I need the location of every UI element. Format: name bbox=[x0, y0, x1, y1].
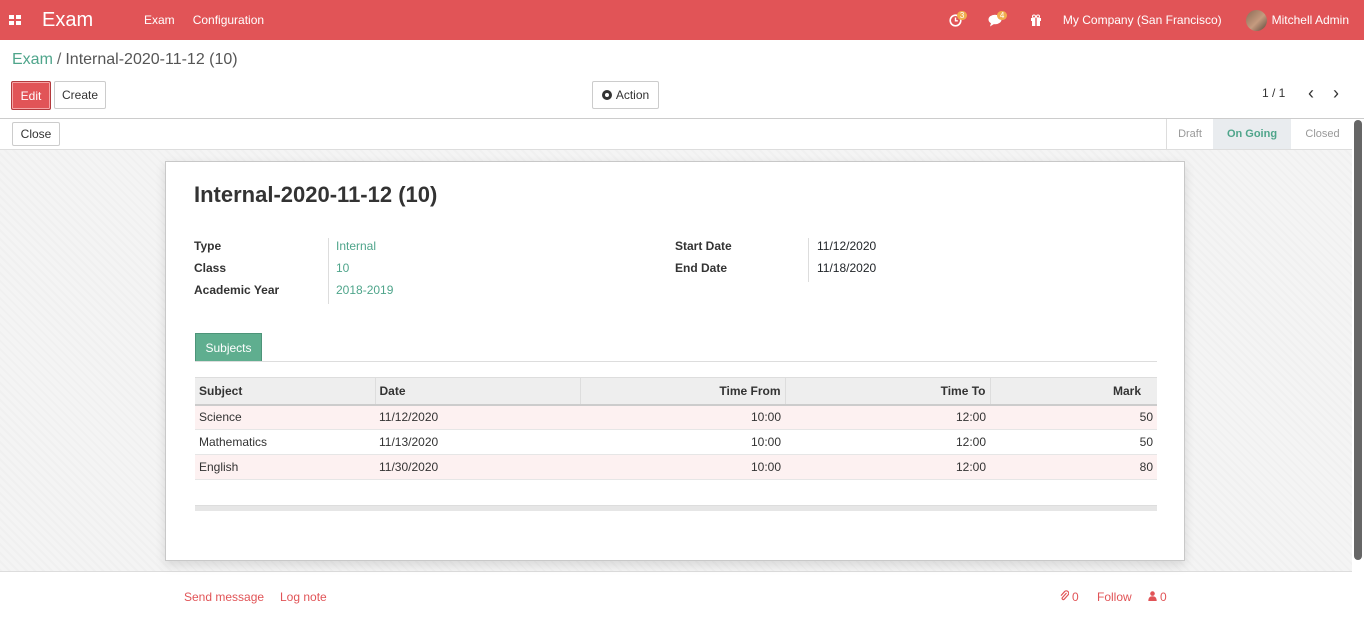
apps-menu-icon[interactable] bbox=[9, 13, 23, 27]
gear-icon bbox=[601, 90, 612, 100]
log-note-button[interactable]: Log note bbox=[280, 590, 327, 604]
breadcrumb-current: Internal-2020-11-12 (10) bbox=[65, 51, 238, 68]
field-divider bbox=[328, 238, 329, 304]
cell-subject: English bbox=[195, 454, 375, 480]
edit-button[interactable]: Edit bbox=[11, 81, 51, 110]
tab-subjects[interactable]: Subjects bbox=[195, 333, 262, 362]
cell-time-from: 10:00 bbox=[580, 404, 785, 430]
company-switcher[interactable]: My Company (San Francisco) bbox=[1063, 13, 1222, 27]
pager-previous-icon[interactable]: ‹ bbox=[1303, 84, 1319, 103]
form-sheet: Internal-2020-11-12 (10) Type Class Acad… bbox=[165, 161, 1185, 561]
menu-exam[interactable]: Exam bbox=[144, 13, 175, 27]
end-date-label: End Date bbox=[675, 261, 728, 275]
top-navbar: Exam Exam Configuration 3 4 My Company (… bbox=[0, 0, 1364, 40]
tab-divider bbox=[195, 361, 1157, 362]
activity-clock-icon[interactable]: 3 bbox=[943, 0, 969, 40]
user-menu[interactable]: Mitchell Admin bbox=[1272, 13, 1349, 27]
table-row[interactable]: Science 11/12/2020 10:00 12:00 50 bbox=[195, 404, 1157, 430]
breadcrumb-separator: / bbox=[56, 51, 62, 68]
cell-time-to: 12:00 bbox=[785, 429, 990, 455]
start-date-value: 11/12/2020 bbox=[817, 239, 877, 253]
cell-time-to: 12:00 bbox=[785, 454, 990, 480]
record-title: Internal-2020-11-12 (10) bbox=[194, 182, 438, 207]
cell-subject: Science bbox=[195, 404, 375, 430]
stage-draft[interactable]: Draft bbox=[1167, 119, 1213, 149]
cell-time-from: 10:00 bbox=[580, 429, 785, 455]
cell-time-from: 10:00 bbox=[580, 454, 785, 480]
messages-badge: 4 bbox=[996, 11, 1008, 20]
cell-time-to: 12:00 bbox=[785, 404, 990, 430]
cell-subject: Mathematics bbox=[195, 429, 375, 455]
gift-icon[interactable] bbox=[1023, 0, 1049, 40]
table-footer bbox=[195, 505, 1157, 511]
activity-badge: 3 bbox=[956, 11, 968, 20]
academic-year-value[interactable]: 2018-2019 bbox=[336, 283, 393, 297]
subjects-table: Subject Date Time From Time To Mark Scie… bbox=[195, 377, 1157, 480]
cell-mark: 50 bbox=[990, 429, 1157, 455]
table-row[interactable]: Mathematics 11/13/2020 10:00 12:00 50 bbox=[195, 429, 1157, 455]
cell-date: 11/12/2020 bbox=[375, 404, 580, 430]
menu-configuration[interactable]: Configuration bbox=[193, 13, 264, 27]
academic-year-label: Academic Year bbox=[194, 283, 280, 297]
pager-next-icon[interactable]: › bbox=[1328, 84, 1344, 103]
type-value[interactable]: Internal bbox=[336, 239, 376, 253]
cell-mark: 50 bbox=[990, 404, 1157, 430]
column-header-date[interactable]: Date bbox=[374, 377, 580, 406]
column-header-subject[interactable]: Subject bbox=[195, 377, 375, 406]
table-row[interactable]: English 11/30/2020 10:00 12:00 80 bbox=[195, 454, 1157, 480]
cell-date: 11/30/2020 bbox=[375, 454, 580, 480]
stage-statusbar: Draft On Going Closed bbox=[1166, 119, 1354, 149]
cell-mark: 80 bbox=[990, 454, 1157, 480]
column-header-time-to[interactable]: Time To bbox=[784, 377, 990, 406]
followers-button[interactable]: 0 bbox=[1148, 590, 1167, 604]
attachments-count: 0 bbox=[1072, 590, 1079, 604]
close-exam-button[interactable]: Close bbox=[12, 122, 60, 146]
breadcrumb: Exam / Internal-2020-11-12 (10) bbox=[12, 51, 238, 69]
control-panel-divider bbox=[0, 118, 1364, 119]
type-label: Type bbox=[194, 239, 222, 253]
stage-closed[interactable]: Closed bbox=[1291, 119, 1354, 149]
paperclip-icon bbox=[1060, 590, 1070, 604]
cell-date: 11/13/2020 bbox=[375, 429, 580, 455]
messages-icon[interactable]: 4 bbox=[983, 0, 1009, 40]
start-date-label: Start Date bbox=[675, 239, 732, 253]
send-message-button[interactable]: Send message bbox=[184, 590, 264, 604]
user-avatar[interactable] bbox=[1245, 9, 1267, 31]
breadcrumb-exam-link[interactable]: Exam bbox=[12, 51, 53, 68]
class-value[interactable]: 10 bbox=[336, 261, 349, 275]
action-label: Action bbox=[615, 88, 650, 102]
end-date-value: 11/18/2020 bbox=[817, 261, 877, 275]
app-brand[interactable]: Exam bbox=[42, 9, 134, 32]
column-header-mark[interactable]: Mark bbox=[989, 377, 1157, 406]
user-icon bbox=[1148, 590, 1157, 604]
create-button[interactable]: Create bbox=[54, 81, 106, 109]
action-dropdown-button[interactable]: Action bbox=[592, 81, 659, 109]
vertical-scrollbar[interactable] bbox=[1354, 120, 1362, 560]
column-header-time-from[interactable]: Time From bbox=[579, 377, 785, 406]
followers-count: 0 bbox=[1160, 590, 1167, 604]
field-divider bbox=[808, 238, 809, 282]
class-label: Class bbox=[194, 261, 227, 275]
stage-on-going[interactable]: On Going bbox=[1213, 119, 1291, 149]
pager-value[interactable]: 1 / 1 bbox=[1262, 86, 1285, 100]
attachments-button[interactable]: 0 bbox=[1060, 590, 1079, 604]
follow-button[interactable]: Follow bbox=[1097, 590, 1132, 604]
